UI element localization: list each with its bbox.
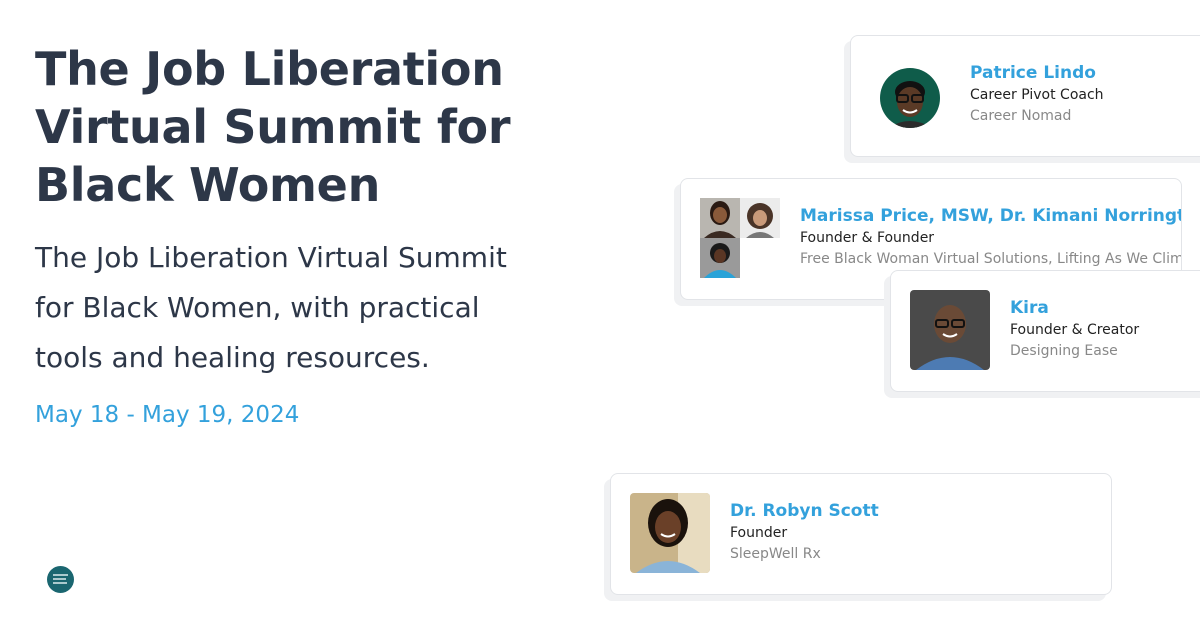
speaker-card-kira[interactable]: Kira Founder & Creator Designing Ease xyxy=(890,270,1200,392)
speaker-name: Marissa Price, MSW, Dr. Kimani Norringto… xyxy=(800,206,1182,226)
speaker-photo xyxy=(740,198,780,238)
speaker-role: Career Pivot Coach xyxy=(970,87,1104,103)
speaker-name: Dr. Robyn Scott xyxy=(730,501,879,521)
speaker-org: SleepWell Rx xyxy=(730,546,821,562)
speaker-org: Free Black Woman Virtual Solutions, Lift… xyxy=(800,251,1181,267)
speaker-role: Founder xyxy=(730,525,788,541)
speaker-photo xyxy=(880,68,940,128)
speaker-role: Founder & Founder xyxy=(800,230,935,246)
speaker-photo xyxy=(700,198,740,238)
summit-description: The Job Liberation Virtual Summit for Bl… xyxy=(35,241,507,374)
speaker-card-robyn-scott[interactable]: Dr. Robyn Scott Founder SleepWell Rx xyxy=(610,473,1112,595)
speaker-name: Kira xyxy=(1010,298,1049,318)
speaker-card-patrice-lindo[interactable]: Patrice Lindo Career Pivot Coach Career … xyxy=(850,35,1200,157)
summit-title: The Job Liberation Virtual Summit for Bl… xyxy=(35,42,511,212)
speaker-role: Founder & Creator xyxy=(1010,322,1140,338)
summit-dates: May 18 - May 19, 2024 xyxy=(35,402,300,428)
speaker-org: Designing Ease xyxy=(1010,343,1118,359)
speaker-org: Career Nomad xyxy=(970,108,1072,124)
speaker-name: Patrice Lindo xyxy=(970,63,1096,83)
speaker-photo xyxy=(910,290,990,370)
summit-logo xyxy=(47,566,74,593)
speaker-photo xyxy=(700,238,740,278)
speaker-photo xyxy=(630,493,710,573)
